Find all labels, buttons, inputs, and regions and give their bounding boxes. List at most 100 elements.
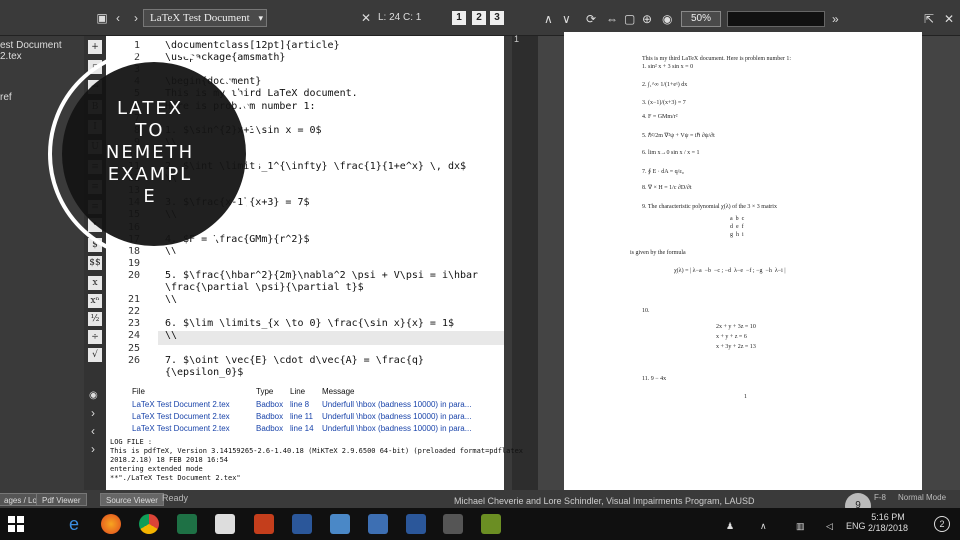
dfrac-icon[interactable]: ÷ (88, 330, 102, 344)
close-panel-icon[interactable]: ✕ (944, 12, 954, 26)
pdf-text-line: This is my third LaTeX document. Here is… (642, 56, 792, 62)
code-line[interactable]: \\ (165, 330, 177, 341)
code-line[interactable]: \frac{\partial \psi}{\partial t}$ (165, 282, 364, 293)
zoom-select[interactable]: 50% (681, 11, 721, 27)
subscript-icon[interactable]: x (88, 276, 102, 290)
encoding-label[interactable]: F-8 (874, 493, 886, 502)
view-1-button[interactable]: 1 (452, 11, 466, 25)
plus-icon[interactable]: + (88, 40, 102, 54)
pdf-text-line: 1. sin² x + 3 sin x = 0 (642, 64, 694, 70)
log-toolbar: ◉ › ‹ › (84, 384, 106, 490)
view-2-button[interactable]: 2 (472, 11, 486, 25)
excel-icon[interactable] (177, 514, 197, 534)
pdf-panel-gutter: 1 (512, 34, 538, 490)
screen: ▣ ‹ › LaTeX Test Document ▾ ✕ L: 24 C: 1… (0, 0, 960, 540)
pdf-text-line: d e f (730, 224, 744, 230)
double-arrow-icon[interactable]: » (832, 12, 839, 26)
chrome-icon[interactable] (139, 514, 159, 534)
log-header-cell[interactable]: Message (322, 386, 504, 398)
editor-scrollbar[interactable] (504, 36, 512, 490)
pdf-text-line: 10. (642, 308, 650, 314)
log-row[interactable]: LaTeX Test Document 2.tex Badbox line 11 Un… (132, 411, 504, 423)
log-header-cell[interactable]: Line (290, 386, 320, 398)
back-arrow-icon[interactable]: ‹ (110, 10, 126, 26)
powerpoint-icon[interactable] (254, 514, 274, 534)
pdf-page-marker: 1 (514, 34, 520, 44)
clock-date: 2/18/2018 (868, 523, 909, 533)
slide-title: LATEX TO NEMETH EXAMPL E (90, 98, 210, 208)
next-warning-icon[interactable]: › (91, 442, 95, 456)
previous-error-icon[interactable]: ‹ (91, 424, 95, 438)
line-column-indicator: L: 24 C: 1 (378, 12, 422, 23)
eye-icon[interactable]: ◉ (89, 390, 98, 401)
zoom-in-icon[interactable]: ⊕ (642, 12, 652, 26)
firefox-icon[interactable] (101, 514, 121, 534)
chevron-up-icon[interactable]: ∧ (544, 12, 553, 26)
log-header-cell[interactable]: File (132, 386, 254, 398)
volume-icon[interactable]: ◁ (826, 521, 833, 532)
close-icon[interactable]: ✕ (358, 10, 374, 26)
fit-width-icon[interactable]: ⇔ (606, 12, 618, 26)
windows-start-icon[interactable] (8, 516, 24, 532)
view-3-button[interactable]: 3 (490, 11, 504, 25)
structure-toggle-icon[interactable]: ▣ (94, 10, 110, 26)
structure-item-document[interactable]: est Document 2.tex (0, 40, 84, 62)
pdf-text-line: χ(λ) = | λ−a −b −c ; −d λ−e −f ; −g −h λ… (674, 268, 786, 274)
next-error-icon[interactable]: › (91, 406, 95, 420)
sync-icon[interactable]: ⟳ (586, 12, 596, 26)
app-icon-2[interactable] (368, 514, 388, 534)
line-number: 21 (127, 294, 140, 306)
sqrt-icon[interactable]: √ (88, 348, 102, 362)
pdf-text-line: 4. F = GMm/r² (642, 114, 678, 120)
edge-icon[interactable]: e (64, 514, 84, 534)
pdf-text-line: 3. (x−1)/(x+3) = 7 (642, 100, 686, 106)
texstudio-icon[interactable] (443, 514, 463, 534)
source-viewer-tab[interactable]: Source Viewer (100, 493, 164, 506)
math-display-icon[interactable]: $$ (88, 256, 102, 270)
pdf-viewer-tab[interactable]: Pdf Viewer (36, 493, 87, 506)
chevron-down-icon[interactable]: ∨ (562, 12, 571, 26)
log-cell: line 8 (290, 400, 310, 409)
code-line[interactable]: 5. $\frac{\hbar^2}{2m}\nabla^2 \psi + V\… (165, 270, 478, 281)
clock[interactable]: 5:16 PM 2/18/2018 (868, 512, 908, 534)
language-label[interactable]: ENG (846, 521, 866, 531)
fraction-icon[interactable]: ½ (88, 312, 102, 326)
document-select[interactable]: LaTeX Test Document ▾ (143, 9, 267, 27)
pdf-page[interactable]: This is my third LaTeX document. Here is… (564, 32, 922, 490)
log-row[interactable]: LaTeX Test Document 2.tex Badbox line 8 Und… (132, 399, 504, 411)
log-cell: Underfull \hbox (badness 10000) in para.… (322, 400, 472, 409)
document-icon[interactable] (215, 514, 235, 534)
code-line[interactable]: 7. $\oint \vec{E} \cdot d\vec{A} = \frac… (165, 355, 424, 366)
messages-log-panel: File Type Line Message LaTeX Test Document 2… (106, 384, 523, 490)
chevron-down-icon: ▾ (258, 13, 263, 23)
structure-item-ref[interactable]: ref (0, 92, 12, 103)
fit-page-icon[interactable]: ▢ (624, 12, 635, 26)
line-number: 20 (127, 269, 140, 281)
log-cell: LaTeX Test Document 2.tex (132, 424, 230, 433)
log-cell: LaTeX Test Document 2.tex (132, 400, 230, 409)
log-header-cell[interactable]: Type (256, 386, 288, 398)
word-icon-2[interactable] (406, 514, 426, 534)
notification-icon[interactable]: 2 (934, 516, 950, 532)
app-icon-3[interactable] (481, 514, 501, 534)
forward-arrow-icon[interactable]: › (128, 10, 144, 26)
log-table: File Type Line Message LaTeX Test Document 2… (132, 384, 504, 436)
word-icon[interactable] (292, 514, 312, 534)
pdf-text-line: 7. ∮ E · dA = q/ε₀ (642, 169, 684, 175)
line-number: 19 (127, 257, 140, 269)
tray-chevron-icon[interactable]: ∧ (760, 521, 767, 532)
pdf-search-input[interactable] (727, 11, 825, 27)
log-text-line: entering extended mode (110, 465, 203, 473)
external-window-icon[interactable]: ⇱ (924, 12, 934, 26)
superscript-icon[interactable]: xⁿ (88, 294, 102, 308)
people-icon[interactable]: ♟ (726, 521, 734, 532)
code-line[interactable]: \documentclass[12pt]{article} (165, 40, 340, 51)
eye-icon[interactable]: ◉ (662, 12, 672, 26)
code-line[interactable]: \\ (165, 294, 177, 305)
pdf-text-line: x + y + z = 6 (716, 334, 747, 340)
log-row[interactable]: LaTeX Test Document 2.tex Badbox line 14 Un… (132, 423, 504, 435)
code-line[interactable]: {\epsilon_0}$ (165, 367, 243, 378)
network-icon[interactable]: ▥ (796, 521, 805, 532)
app-icon-1[interactable] (330, 514, 350, 534)
code-line[interactable]: 6. $\lim \limits_{x \to 0} \frac{\sin x}… (165, 318, 454, 329)
